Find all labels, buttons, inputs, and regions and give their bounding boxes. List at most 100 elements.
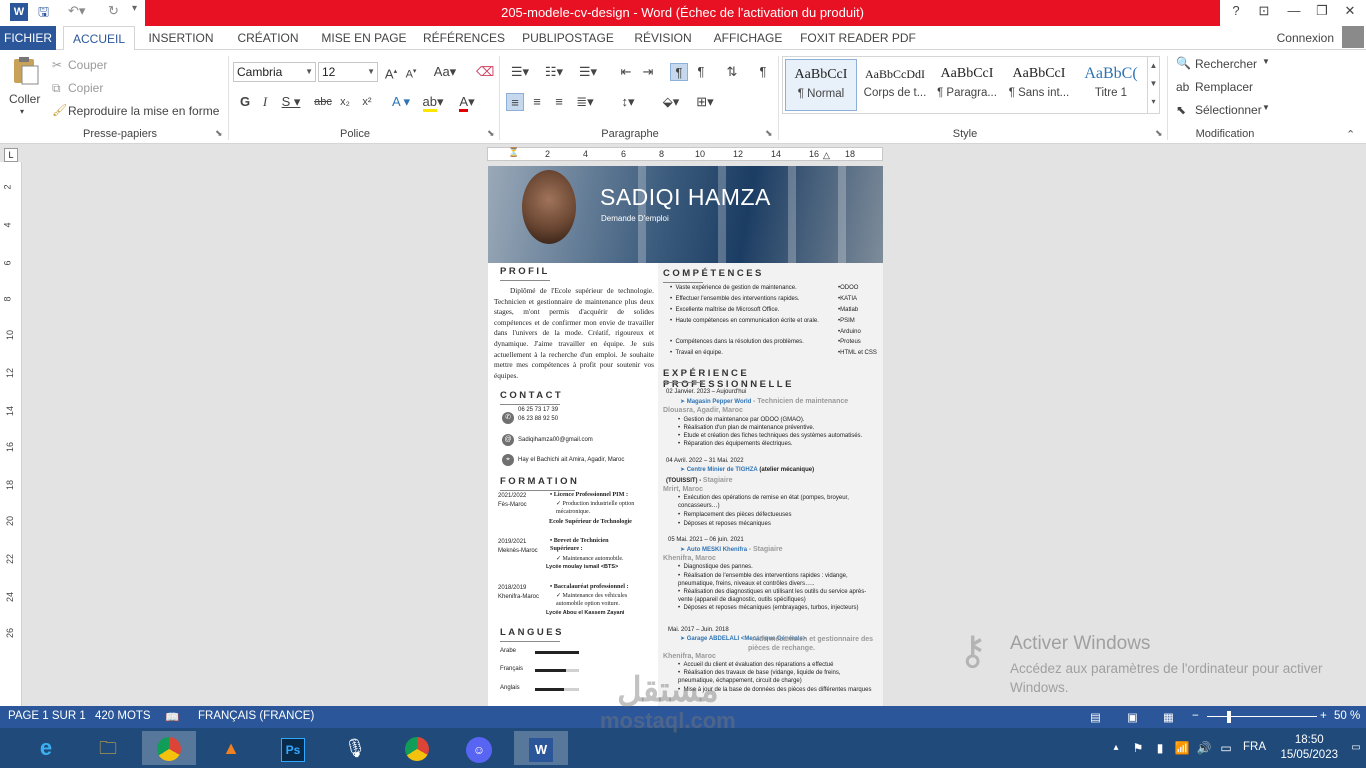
redo-icon[interactable]: ↻ bbox=[108, 3, 119, 23]
print-layout-icon[interactable]: ▣ bbox=[1127, 710, 1138, 724]
ltr-icon[interactable]: ¶ bbox=[670, 63, 688, 81]
copy-button[interactable]: Copier bbox=[68, 81, 103, 95]
word-taskbar-icon[interactable]: W bbox=[514, 731, 568, 765]
word-app-icon[interactable]: W bbox=[10, 3, 28, 21]
close-button[interactable]: ✕ bbox=[1340, 3, 1360, 23]
language-status[interactable]: FRANÇAIS (FRANCE) bbox=[198, 710, 314, 722]
tab-mise-en-page[interactable]: MISE EN PAGE bbox=[316, 26, 412, 50]
rtl-icon[interactable]: ¶ bbox=[692, 63, 710, 81]
font-color-icon[interactable]: A▾ bbox=[454, 93, 480, 112]
bullets-icon[interactable]: ☰▾ bbox=[506, 63, 534, 81]
increase-indent-icon[interactable]: ⇥ bbox=[639, 63, 657, 81]
strikethrough-icon[interactable]: abc bbox=[312, 93, 334, 111]
zoom-out-icon[interactable]: − bbox=[1192, 710, 1199, 722]
borders-icon[interactable]: ⊞▾ bbox=[690, 93, 720, 111]
right-indent-marker-icon[interactable]: △ bbox=[823, 150, 830, 161]
line-spacing-icon[interactable]: ↕▾ bbox=[614, 93, 642, 111]
collapse-ribbon-icon[interactable]: ⌃ bbox=[1346, 128, 1355, 141]
grow-font-icon[interactable]: A▴ bbox=[382, 63, 400, 81]
indent-marker-icon[interactable]: ⏳ bbox=[508, 147, 519, 158]
tab-insertion[interactable]: INSERTION bbox=[142, 26, 220, 50]
chrome-icon[interactable] bbox=[142, 731, 196, 765]
italic-icon[interactable]: I bbox=[256, 93, 274, 111]
format-painter-button[interactable]: Reproduire la mise en forme bbox=[68, 104, 219, 118]
change-case-icon[interactable]: Aa▾ bbox=[432, 63, 458, 81]
zoom-level[interactable]: 50 % bbox=[1334, 710, 1360, 722]
superscript-icon[interactable]: x² bbox=[358, 93, 376, 111]
paragraph-launcher-icon[interactable]: ⬊ bbox=[765, 128, 773, 139]
sign-in-link[interactable]: Connexion bbox=[1277, 26, 1334, 50]
zoom-in-icon[interactable]: + bbox=[1320, 710, 1327, 722]
zoom-slider-track[interactable] bbox=[1207, 716, 1317, 717]
font-size-combo[interactable]: 12 ▼ bbox=[318, 62, 378, 82]
style-no-spacing[interactable]: AaBbCcI ¶ Sans int... bbox=[1003, 59, 1075, 111]
web-layout-icon[interactable]: ▦ bbox=[1163, 710, 1174, 724]
style-normal[interactable]: AaBbCcI ¶ Normal bbox=[785, 59, 857, 111]
help-button[interactable]: ? bbox=[1226, 3, 1246, 23]
find-button[interactable]: Rechercher bbox=[1195, 57, 1257, 71]
bold-icon[interactable]: G bbox=[236, 93, 254, 111]
save-icon[interactable]: 🖫 bbox=[38, 3, 49, 23]
document-page[interactable]: SADIQI HAMZA Demande D'emploi PROFIL Dip… bbox=[488, 166, 883, 706]
shrink-font-icon[interactable]: A▾ bbox=[402, 63, 420, 81]
highlight-icon[interactable]: ab▾ bbox=[420, 93, 446, 112]
display-icon[interactable]: ▭ bbox=[1216, 731, 1236, 765]
style-body-text[interactable]: AaBbCcDdI Corps de t... bbox=[859, 59, 931, 111]
styles-scroll[interactable]: ▲ ▼ ▾ bbox=[1147, 57, 1159, 113]
photoshop-icon[interactable]: Ps bbox=[266, 731, 320, 765]
document-area[interactable]: L 2 4 6 8 10 12 14 16 18 ⏳ △ 2 4 6 8 10 … bbox=[0, 144, 1366, 706]
style-heading-1[interactable]: AaBbC( Titre 1 bbox=[1075, 59, 1147, 111]
minimize-button[interactable]: — bbox=[1284, 3, 1304, 23]
text-effects-icon[interactable]: A ▾ bbox=[388, 93, 414, 111]
volume-icon[interactable]: 🔊 bbox=[1194, 731, 1214, 765]
tab-references[interactable]: RÉFÉRENCES bbox=[420, 26, 508, 50]
show-hidden-icons[interactable]: ▴ bbox=[1106, 731, 1126, 765]
chevron-down-icon[interactable]: ▼ bbox=[1262, 103, 1270, 112]
notifications-icon[interactable]: ▭ bbox=[1348, 731, 1364, 765]
proofing-icon[interactable]: 📖 bbox=[165, 710, 179, 724]
tab-affichage[interactable]: AFFICHAGE bbox=[706, 26, 790, 50]
customize-qat-icon[interactable]: ▾ bbox=[132, 3, 137, 23]
clipboard-launcher-icon[interactable]: ⬊ bbox=[215, 128, 223, 139]
tab-accueil[interactable]: ACCUEIL bbox=[63, 26, 135, 51]
multilevel-list-icon[interactable]: ☰▾ bbox=[574, 63, 602, 81]
tab-file[interactable]: FICHIER bbox=[0, 26, 56, 50]
cut-button[interactable]: Couper bbox=[68, 58, 107, 72]
underline-icon[interactable]: S ▾ bbox=[280, 93, 302, 111]
tab-creation[interactable]: CRÉATION bbox=[228, 26, 308, 50]
avatar[interactable] bbox=[1342, 26, 1364, 48]
chrome-profile-icon[interactable] bbox=[390, 731, 444, 765]
clock[interactable]: 18:50 15/05/2023 bbox=[1280, 733, 1338, 763]
paste-icon[interactable] bbox=[10, 56, 42, 86]
network-warning-icon[interactable]: ⚑ bbox=[1128, 731, 1148, 765]
subscript-icon[interactable]: x₂ bbox=[336, 93, 354, 111]
show-marks-icon[interactable]: ¶ bbox=[754, 63, 772, 81]
ribbon-display-options-button[interactable]: ⊡ bbox=[1254, 3, 1274, 23]
maximize-button[interactable]: ❐ bbox=[1312, 3, 1332, 23]
justify-icon[interactable]: ≣▾ bbox=[572, 93, 598, 111]
wifi-icon[interactable]: 📶 bbox=[1172, 731, 1192, 765]
undo-icon[interactable]: ↶▾ bbox=[68, 3, 85, 23]
vlc-icon[interactable]: ▲ bbox=[204, 731, 258, 765]
tab-publipostage[interactable]: PUBLIPOSTAGE bbox=[516, 26, 620, 50]
select-button[interactable]: Sélectionner bbox=[1195, 103, 1262, 117]
tab-selector[interactable]: L bbox=[4, 148, 18, 162]
style-paragraph[interactable]: AaBbCcI ¶ Paragra... bbox=[931, 59, 1003, 111]
audio-app-icon[interactable]: 🎙 bbox=[328, 731, 382, 765]
file-explorer-icon[interactable]: 🗀 bbox=[81, 731, 135, 765]
battery-icon[interactable]: ▮ bbox=[1150, 731, 1170, 765]
clear-formatting-icon[interactable]: ⌫ bbox=[476, 63, 494, 81]
chevron-down-icon[interactable]: ▼ bbox=[1262, 57, 1270, 66]
page-count[interactable]: PAGE 1 SUR 1 bbox=[8, 710, 86, 722]
zoom-slider-thumb[interactable] bbox=[1227, 711, 1231, 723]
align-left-icon[interactable]: ≡ bbox=[506, 93, 524, 111]
replace-button[interactable]: Remplacer bbox=[1195, 80, 1253, 94]
shading-icon[interactable]: ⬙▾ bbox=[656, 93, 686, 111]
align-right-icon[interactable]: ≡ bbox=[550, 93, 568, 111]
align-center-icon[interactable]: ≡ bbox=[528, 93, 546, 111]
decrease-indent-icon[interactable]: ⇤ bbox=[617, 63, 635, 81]
tab-foxit-reader-pdf[interactable]: FOXIT READER PDF bbox=[798, 26, 918, 50]
horizontal-ruler[interactable]: 2 4 6 8 10 12 14 16 18 ⏳ △ bbox=[487, 147, 883, 161]
numbering-icon[interactable]: ☷▾ bbox=[540, 63, 568, 81]
paste-dropdown-icon[interactable]: ▾ bbox=[20, 107, 24, 116]
